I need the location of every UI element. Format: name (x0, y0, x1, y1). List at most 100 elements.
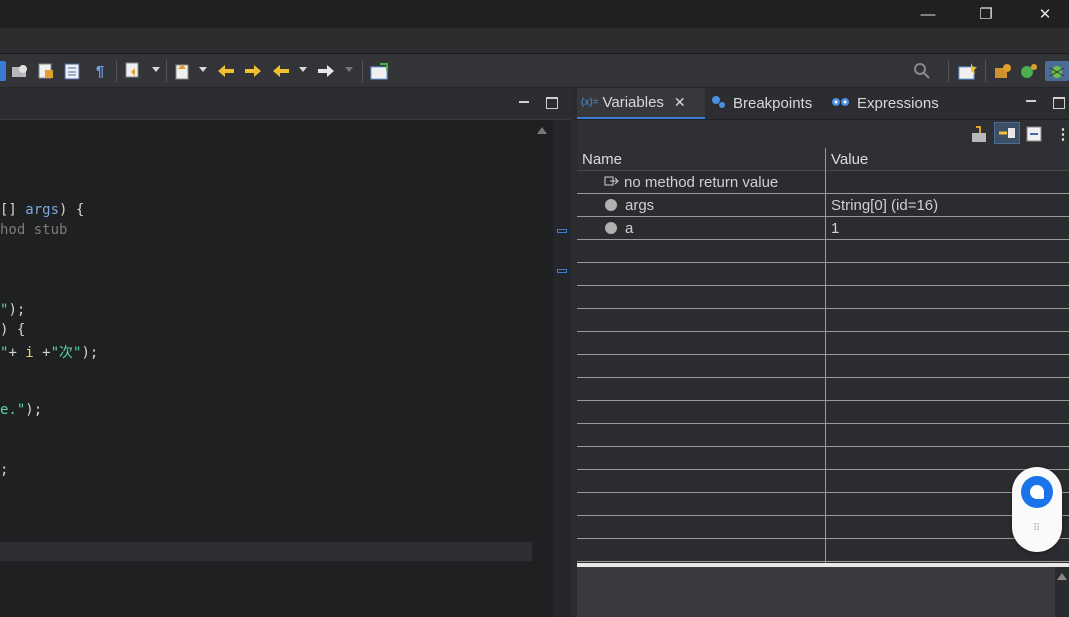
toolbar-separator (166, 60, 167, 82)
tab-variables[interactable]: (x)= Variables ✕ (577, 88, 705, 119)
name-cell: a (605, 217, 633, 239)
table-row (577, 309, 1069, 332)
name-cell: args (605, 194, 654, 216)
editor-header (0, 88, 571, 120)
occurrence-marker[interactable] (557, 229, 567, 233)
chevron-down-icon[interactable] (299, 67, 307, 72)
code-line: [] args) { (0, 202, 85, 218)
table-row (577, 332, 1069, 355)
next-annotation-icon[interactable] (124, 61, 144, 81)
link-icon[interactable] (0, 61, 6, 81)
collapse-all-icon[interactable] (1024, 124, 1044, 144)
forward-icon[interactable] (316, 61, 336, 81)
table-row (577, 378, 1069, 401)
tab-label: Variables (602, 94, 664, 111)
menu-bar (0, 28, 1069, 54)
table-row (577, 355, 1069, 378)
restore-button[interactable]: ❐ (963, 0, 1009, 28)
back-icon[interactable] (271, 61, 291, 81)
minimize-button[interactable]: — (905, 0, 951, 28)
table-row (577, 493, 1069, 516)
editor-scrollbar[interactable] (532, 120, 552, 617)
maximize-view-icon[interactable] (1053, 97, 1065, 109)
table-row (577, 286, 1069, 309)
variables-table: Name Value no method return value args S… (577, 148, 1069, 564)
pilcrow-icon[interactable]: ¶ (90, 61, 110, 81)
scroll-up-icon[interactable] (1057, 573, 1067, 580)
minimize-view-icon[interactable] (519, 101, 529, 103)
close-button[interactable]: ✕ (1022, 0, 1068, 28)
code-line: e."); (0, 402, 43, 418)
table-row[interactable]: a 1 (577, 217, 1069, 240)
search-icon[interactable] (912, 61, 932, 81)
task-list-icon[interactable] (62, 61, 82, 81)
tab-breakpoints[interactable]: Breakpoints (711, 88, 812, 119)
column-header-value[interactable]: Value (826, 148, 1069, 171)
current-line-highlight (0, 542, 532, 561)
variables-icon: (x)= (581, 97, 599, 108)
occurrence-marker[interactable] (557, 269, 567, 273)
table-row[interactable]: args String[0] (id=16) (577, 194, 1069, 217)
debug-view-tabs: (x)= Variables ✕ Breakpoints Expressions (577, 88, 1069, 119)
name-cell: no method return value (604, 171, 778, 193)
code-line: ; (0, 462, 9, 478)
tab-expressions[interactable]: Expressions (831, 88, 939, 119)
detail-scrollbar[interactable] (1055, 567, 1069, 617)
main-toolbar: ¶ (0, 54, 1069, 88)
column-header-name[interactable]: Name (577, 148, 825, 171)
toolbar-separator (985, 60, 986, 82)
folder-icon[interactable] (10, 61, 30, 81)
java-ee-perspective-icon[interactable] (1019, 61, 1039, 81)
local-variable-icon (605, 199, 617, 211)
code-line: "); (0, 302, 26, 318)
java-perspective-icon[interactable] (993, 61, 1013, 81)
table-row (577, 539, 1069, 562)
value-cell: String[0] (id=16) (831, 196, 939, 214)
local-variable-icon (605, 222, 617, 234)
open-type-icon[interactable] (36, 61, 56, 81)
chevron-down-icon[interactable] (345, 67, 353, 72)
debug-perspective-icon[interactable] (1045, 61, 1069, 81)
table-row (577, 470, 1069, 493)
view-menu-icon[interactable]: ⋮ (1053, 124, 1069, 144)
overview-ruler[interactable] (553, 120, 571, 617)
minimize-view-icon[interactable] (1026, 100, 1036, 102)
value-cell: 1 (831, 219, 840, 237)
table-row (577, 516, 1069, 539)
table-row (577, 447, 1069, 470)
code-line: "+ i +"次"); (0, 345, 99, 361)
last-edit-forward-icon[interactable] (243, 61, 263, 81)
new-window-icon[interactable] (370, 61, 390, 81)
table-row (577, 263, 1069, 286)
chevron-down-icon[interactable] (199, 67, 207, 72)
last-edit-icon[interactable] (216, 61, 236, 81)
tab-label: Breakpoints (733, 95, 813, 112)
toolbar-separator (362, 60, 363, 82)
prev-annotation-icon[interactable] (172, 61, 192, 81)
detail-pane[interactable] (577, 567, 1069, 617)
code-line: ) { (0, 322, 26, 338)
table-row (577, 401, 1069, 424)
perspective-open-icon[interactable] (958, 61, 978, 81)
scroll-up-icon[interactable] (537, 127, 547, 134)
drag-handle-icon[interactable]: ⠿ (1033, 523, 1041, 534)
maximize-view-icon[interactable] (546, 97, 558, 109)
code-line: hod stub (0, 222, 68, 238)
toolbar-separator (116, 60, 117, 82)
window-title-bar: — ❐ ✕ (0, 0, 1069, 28)
assistant-icon[interactable] (1021, 476, 1053, 508)
tab-label: Expressions (857, 95, 939, 112)
show-type-names-icon[interactable] (970, 124, 990, 144)
toolbar-separator (948, 60, 949, 82)
variables-toolbar: ⋮ (577, 120, 1069, 148)
chevron-down-icon[interactable] (152, 67, 160, 72)
close-tab-icon[interactable]: ✕ (674, 94, 686, 111)
table-row (577, 240, 1069, 263)
return-value-icon (604, 174, 620, 191)
table-row (577, 424, 1069, 447)
column-divider[interactable] (825, 148, 826, 564)
expressions-icon (831, 95, 851, 113)
table-row[interactable]: no method return value (577, 171, 1069, 194)
show-logical-structure-icon[interactable] (994, 122, 1020, 144)
floating-assistant-widget[interactable]: ⠿ (1012, 467, 1062, 552)
